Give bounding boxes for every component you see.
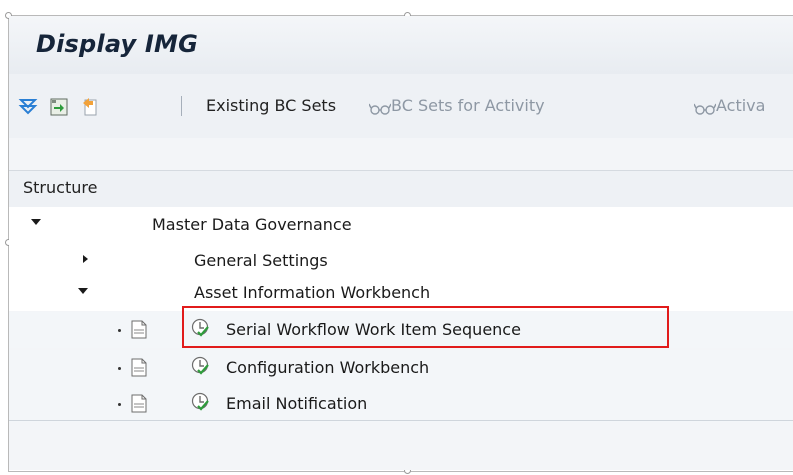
activation-button[interactable]: Activa bbox=[716, 94, 765, 118]
glasses-icon bbox=[694, 103, 716, 115]
activity-execute-icon[interactable] bbox=[191, 392, 211, 412]
document-icon[interactable] bbox=[131, 320, 147, 339]
expand-icon[interactable] bbox=[78, 288, 88, 294]
existing-bc-sets-button[interactable]: Existing BC Sets bbox=[206, 94, 336, 118]
tree-item-label: Email Notification bbox=[226, 394, 368, 413]
execute-icon[interactable] bbox=[48, 96, 70, 118]
tree-node-master-data-governance[interactable]: Master Data Governance bbox=[9, 207, 793, 243]
structure-header: Structure bbox=[9, 170, 793, 208]
tree-node-general-settings[interactable]: General Settings bbox=[9, 243, 793, 279]
tree-node-label: Asset Information Workbench bbox=[194, 283, 431, 302]
title-bar: Display IMG bbox=[9, 16, 793, 74]
tree-item-configuration-workbench[interactable]: Configuration Workbench bbox=[9, 350, 793, 386]
tree-node-label: Master Data Governance bbox=[152, 215, 352, 234]
tree-node-label: General Settings bbox=[194, 251, 328, 270]
divider bbox=[9, 420, 793, 421]
toolbar-separator bbox=[181, 96, 182, 116]
tree-item-label: Configuration Workbench bbox=[226, 358, 430, 377]
document-icon[interactable] bbox=[131, 358, 147, 377]
page-title: Display IMG bbox=[36, 30, 199, 58]
bc-sets-for-activity-button[interactable]: BC Sets for Activity bbox=[391, 94, 545, 118]
tree-item-email-notification[interactable]: Email Notification bbox=[9, 386, 793, 422]
glasses-icon bbox=[369, 103, 391, 115]
highlight-box bbox=[182, 306, 669, 348]
collapse-icon[interactable] bbox=[83, 255, 88, 263]
bullet-icon bbox=[118, 329, 121, 332]
expand-icon[interactable] bbox=[31, 219, 41, 225]
filter-down-icon[interactable] bbox=[17, 96, 39, 118]
bullet-icon bbox=[118, 403, 121, 406]
activity-execute-icon[interactable] bbox=[191, 356, 211, 376]
bullet-icon bbox=[118, 367, 121, 370]
document-icon[interactable] bbox=[131, 394, 147, 413]
structure-header-label: Structure bbox=[23, 178, 98, 197]
window-content: Display IMG Existing BC Sets BC Sets for… bbox=[9, 16, 793, 470]
bookmark-icon[interactable] bbox=[79, 96, 101, 118]
